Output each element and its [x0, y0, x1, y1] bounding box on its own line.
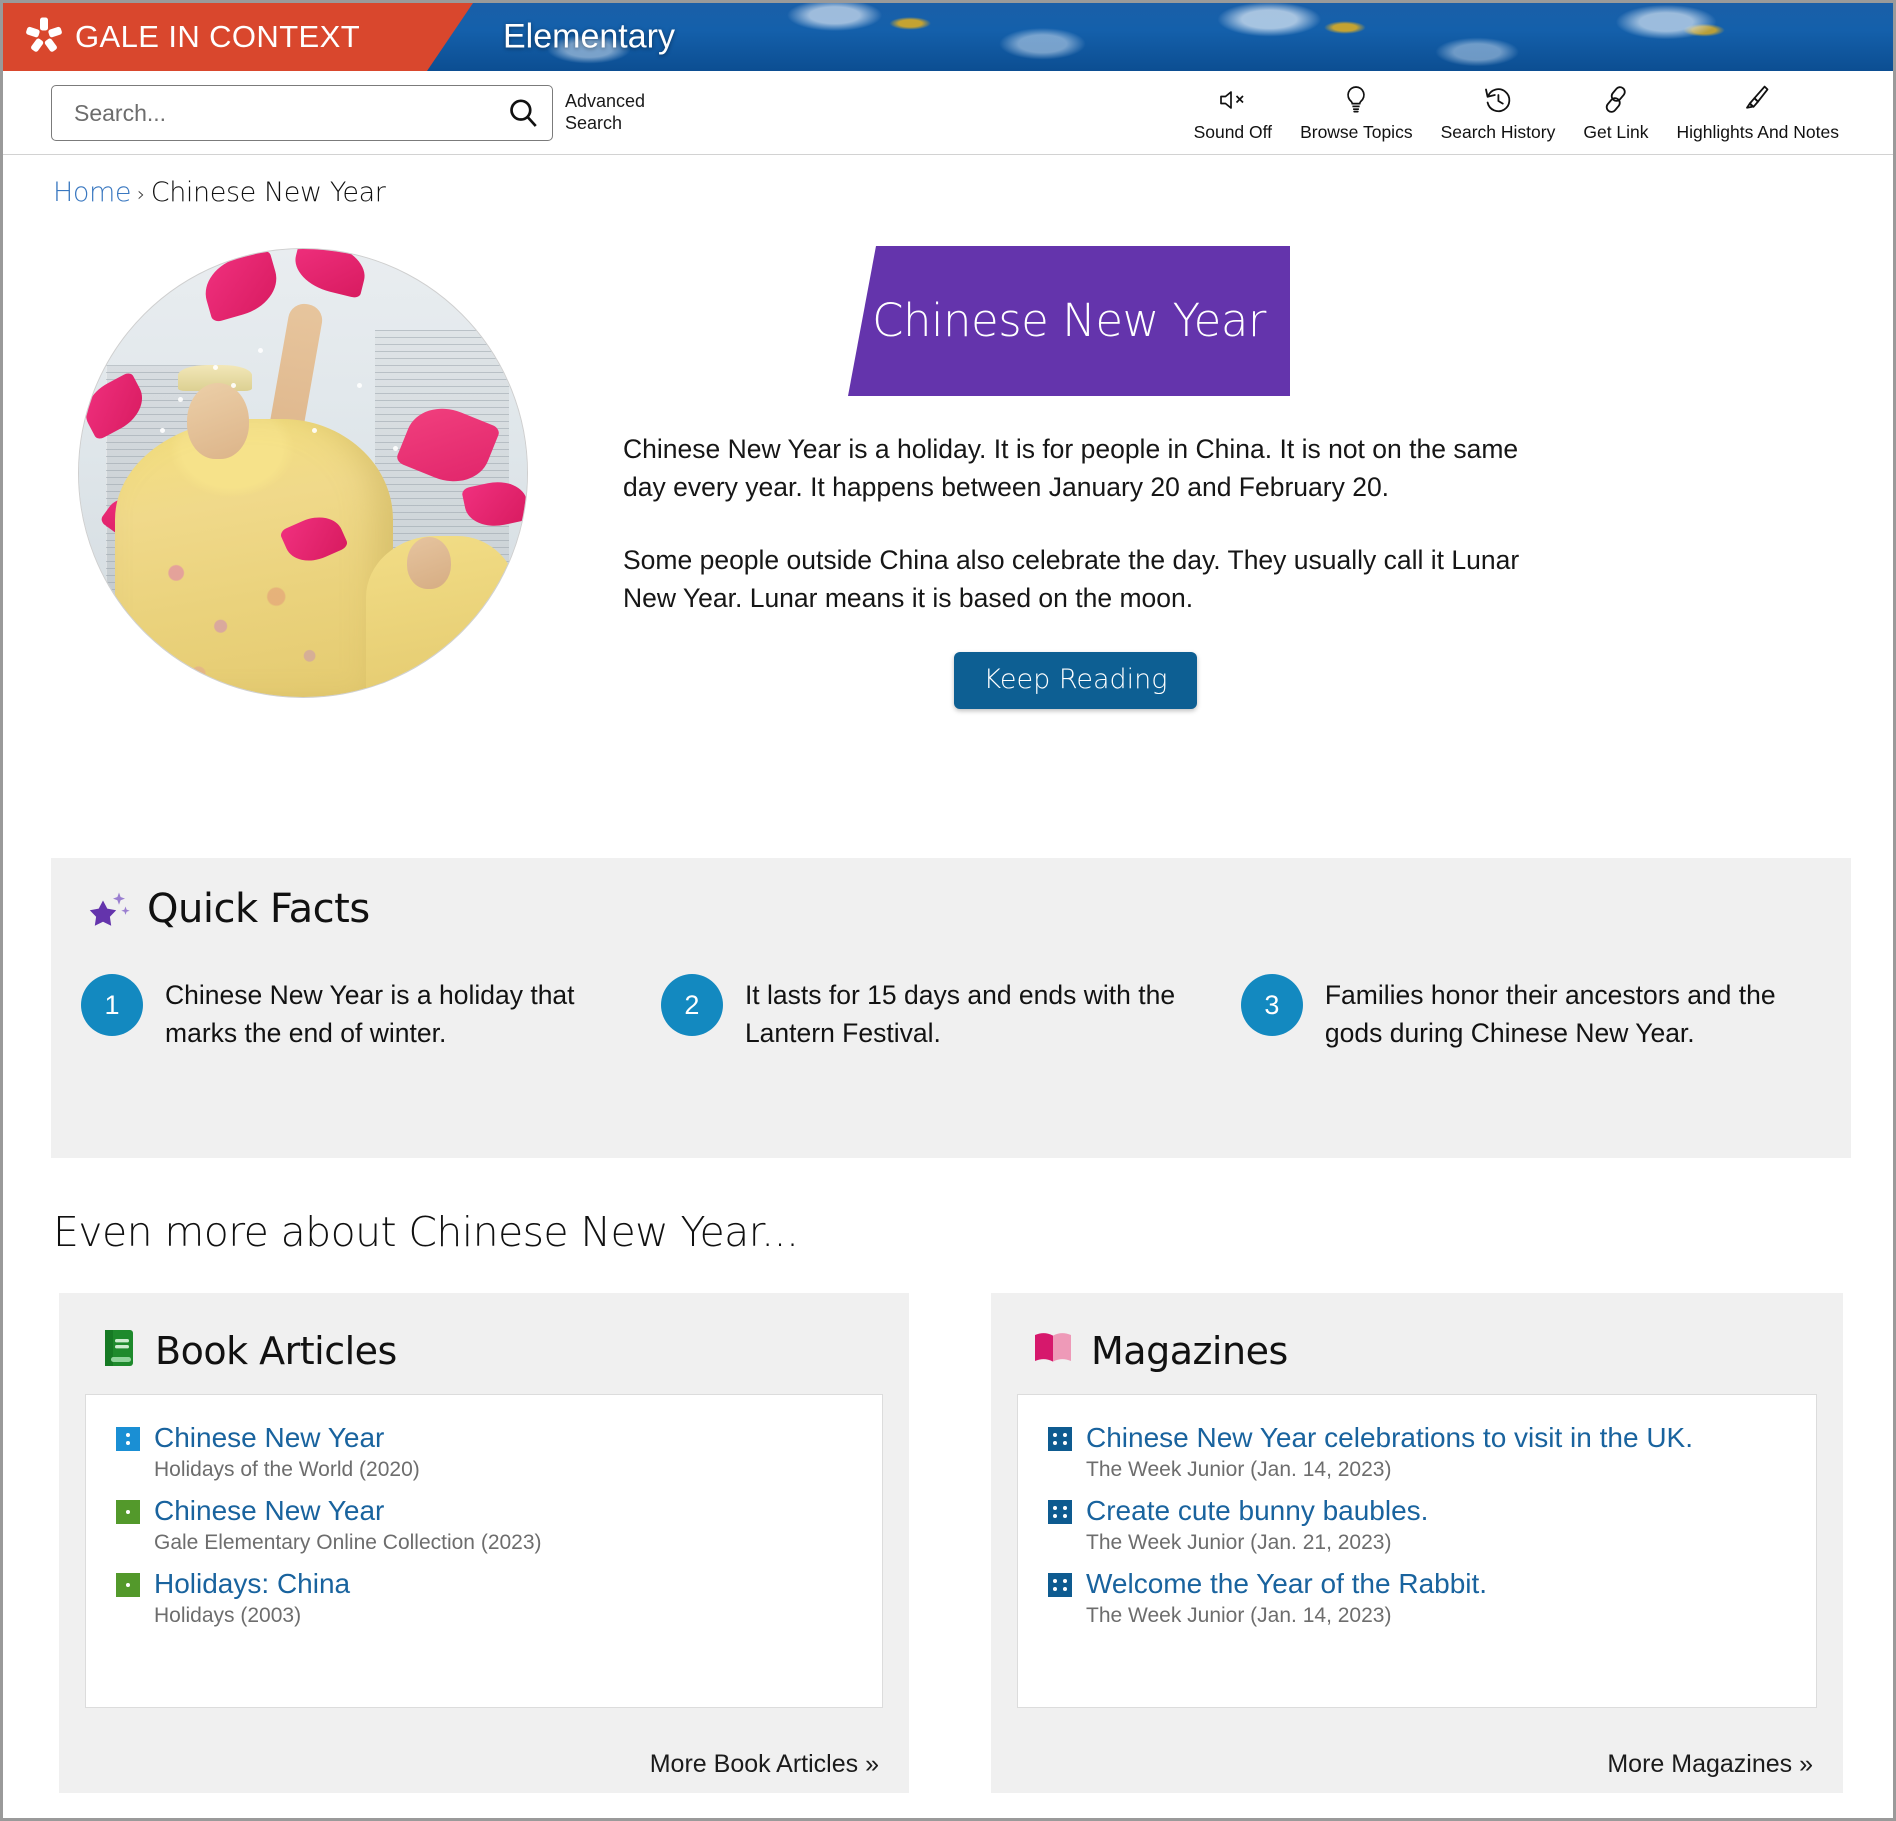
breadcrumb-separator: › — [137, 182, 145, 206]
speaker-mute-icon — [1218, 81, 1248, 119]
quick-fact-text: Families honor their ancestors and the g… — [1324, 980, 1776, 1048]
list-item: Create cute bunny baubles. The Week Juni… — [1048, 1494, 1790, 1555]
quick-fact-item: 2 It lasts for 15 days and ends with the… — [660, 974, 1241, 1052]
advanced-search-line2: Search — [565, 112, 623, 133]
keep-reading-button[interactable]: Keep Reading — [953, 651, 1198, 709]
quick-fact-number: 2 — [660, 974, 723, 1036]
highlighter-pen-icon — [1743, 81, 1773, 119]
sparkle-star-icon — [87, 886, 133, 932]
tool-label: Search History — [1440, 122, 1556, 142]
hero-paragraph-2: Some people outside China also celebrate… — [623, 544, 1520, 614]
lightbulb-icon — [1343, 81, 1369, 119]
breadcrumb-home-link[interactable]: Home — [53, 177, 132, 208]
list-item: Welcome the Year of the Rabbit. The Week… — [1048, 1567, 1790, 1628]
quick-fact-item: 3 Families honor their ancestors and the… — [1240, 974, 1821, 1052]
magazine-link[interactable]: Welcome the Year of the Rabbit. — [1086, 1567, 1487, 1600]
tool-label: Get Link — [1583, 122, 1649, 142]
related-content-panels: Book Articles Chinese New Year Holidays … — [59, 1293, 1849, 1793]
hero-paragraph-1: Chinese New Year is a holiday. It is for… — [623, 434, 1519, 503]
more-book-articles-link[interactable]: More Book Articles » — [650, 1750, 879, 1779]
book-article-link[interactable]: Holidays: China — [154, 1567, 350, 1600]
more-magazines-link[interactable]: More Magazines » — [1607, 1750, 1813, 1779]
document-icon — [1048, 1427, 1072, 1451]
magazines-title: Magazines — [1091, 1328, 1288, 1373]
quick-facts-list: 1 Chinese New Year is a holiday that mar… — [51, 932, 1851, 1052]
tool-label: Highlights And Notes — [1676, 122, 1839, 142]
quick-fact-text: It lasts for 15 days and ends with the L… — [744, 980, 1176, 1048]
topic-hero-image — [78, 248, 528, 698]
closed-book-icon — [99, 1327, 139, 1374]
book-article-source: Holidays (2003) — [154, 1604, 302, 1628]
quick-fact-item: 1 Chinese New Year is a holiday that mar… — [81, 974, 661, 1052]
list-item: Chinese New Year Holidays of the World (… — [116, 1421, 856, 1482]
book-article-link[interactable]: Chinese New Year — [154, 1494, 384, 1527]
advanced-search-line1: Advanced — [565, 91, 646, 111]
utility-toolbar: Sound Off Browse Topics Search History G… — [1180, 81, 1853, 143]
search-icon — [510, 99, 537, 127]
book-articles-list: Chinese New Year Holidays of the World (… — [85, 1394, 883, 1708]
quick-facts-panel: Quick Facts 1 Chinese New Year is a holi… — [51, 858, 1851, 1158]
tool-label: Sound Off — [1193, 122, 1273, 142]
document-icon — [116, 1573, 140, 1598]
search-box[interactable] — [51, 85, 553, 141]
magazine-source: The Week Junior (Jan. 21, 2023) — [1086, 1531, 1392, 1555]
tool-search-history[interactable]: Search History — [1427, 81, 1570, 143]
hero-section: Chinese New Year Chinese New Year is a h… — [3, 230, 1893, 750]
document-icon — [1048, 1573, 1072, 1598]
list-item: Chinese New Year celebrations to visit i… — [1048, 1421, 1790, 1482]
quick-fact-number: 3 — [1240, 974, 1303, 1036]
topic-title-banner: Chinese New Year — [848, 246, 1290, 396]
even-more-heading: Even more about Chinese New Year... — [53, 1208, 799, 1256]
tool-highlights-and-notes[interactable]: Highlights And Notes — [1663, 81, 1853, 143]
book-articles-title: Book Articles — [155, 1328, 397, 1373]
tool-label: Browse Topics — [1300, 122, 1413, 142]
book-article-source: Gale Elementary Online Collection (2023) — [154, 1531, 542, 1555]
search-toolbar: Advanced Search Sound Off — [3, 71, 1893, 155]
list-item: Chinese New Year Gale Elementary Online … — [116, 1494, 856, 1555]
document-icon — [1048, 1500, 1072, 1525]
tool-get-link[interactable]: Get Link — [1569, 81, 1662, 143]
document-icon — [116, 1500, 140, 1525]
magazines-panel: Magazines Chinese New Year celebrations … — [991, 1293, 1843, 1793]
magazines-list: Chinese New Year celebrations to visit i… — [1017, 1394, 1817, 1708]
tool-browse-topics[interactable]: Browse Topics — [1286, 81, 1427, 143]
quick-fact-number: 1 — [81, 974, 143, 1036]
page-title: Chinese New Year — [872, 293, 1266, 347]
product-name: Elementary — [503, 17, 675, 56]
magazine-source: The Week Junior (Jan. 14, 2023) — [1086, 1604, 1392, 1628]
gale-in-context-elementary-page: GALE IN CONTEXT Elementary Advanced Sear… — [0, 0, 1896, 1821]
list-item: Holidays: China Holidays (2003) — [116, 1567, 856, 1628]
hero-text-block: Chinese New Year is a holiday. It is for… — [623, 430, 1528, 709]
gale-pinwheel-icon — [25, 18, 63, 56]
brand-banner[interactable]: GALE IN CONTEXT — [3, 3, 473, 71]
breadcrumb-current: Chinese New Year — [150, 177, 386, 208]
brand-name: GALE IN CONTEXT — [75, 19, 361, 54]
search-input[interactable] — [52, 98, 494, 128]
advanced-search-link[interactable]: Advanced Search — [565, 91, 645, 135]
magazine-source: The Week Junior (Jan. 14, 2023) — [1086, 1458, 1392, 1482]
magazine-link[interactable]: Chinese New Year celebrations to visit i… — [1086, 1421, 1693, 1454]
quick-fact-text: Chinese New Year is a holiday that marks… — [165, 980, 575, 1048]
breadcrumb: Home › Chinese New Year — [3, 155, 1893, 208]
search-submit-button[interactable] — [494, 86, 552, 140]
clock-rewind-icon — [1483, 81, 1513, 119]
magazine-link[interactable]: Create cute bunny baubles. — [1086, 1494, 1428, 1527]
quick-facts-heading: Quick Facts — [147, 886, 370, 932]
link-chain-icon — [1601, 81, 1631, 119]
site-header: GALE IN CONTEXT Elementary — [3, 3, 1893, 71]
open-book-icon — [1031, 1327, 1075, 1374]
document-icon — [116, 1427, 140, 1451]
book-article-source: Holidays of the World (2020) — [154, 1458, 420, 1482]
book-articles-panel: Book Articles Chinese New Year Holidays … — [59, 1293, 909, 1793]
tool-sound-off[interactable]: Sound Off — [1180, 81, 1287, 143]
book-article-link[interactable]: Chinese New Year — [154, 1421, 384, 1454]
